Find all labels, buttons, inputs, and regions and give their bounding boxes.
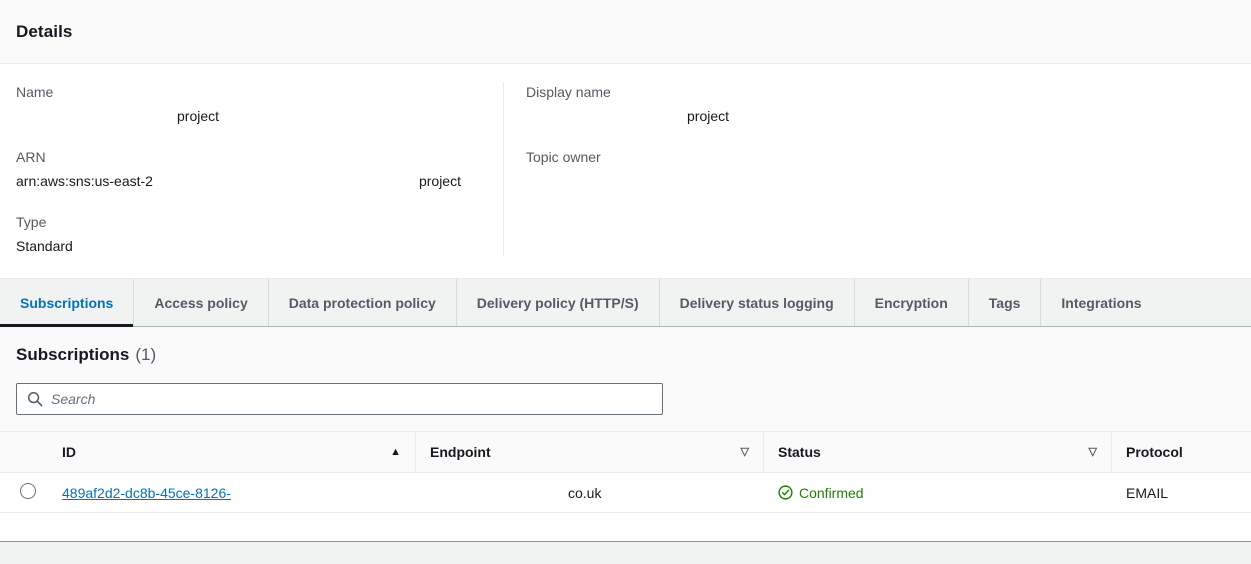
column-select-all [0,431,48,473]
tab-encryption-label: Encryption [874,294,948,311]
details-panel-header: Details [0,0,1251,64]
row-endpoint-cell: co.uk [416,472,764,513]
column-status-label: Status [778,444,821,460]
tab-delivery-status-logging[interactable]: Delivery status logging [660,279,855,326]
details-panel: Details Name project ARN arn:aws:sns:us-… [0,0,1251,279]
table-row[interactable]: 489af2d2-dc8b-45ce-8126- co.uk Confirmed… [0,472,1251,513]
subscriptions-table-head: ID ▲ Endpoint ▽ Status ▽ Protocol [0,431,1251,473]
search-icon [27,391,43,407]
field-arn-label: ARN [16,149,46,165]
field-arn: ARN arn:aws:sns:us-east-2 project [16,147,487,191]
search-row [16,383,1235,415]
tab-subscriptions-label: Subscriptions [20,294,114,311]
field-name: Name project [16,82,487,126]
tab-delivery-policy-label: Delivery policy (HTTP/S) [476,294,639,311]
field-display-name-label: Display name [526,84,611,100]
tab-encryption[interactable]: Encryption [855,279,969,326]
column-protocol-label: Protocol [1126,444,1183,460]
tab-integrations-label: Integrations [1061,294,1142,311]
field-type: Type Standard [16,212,487,256]
row-id-cell: 489af2d2-dc8b-45ce-8126- [48,472,416,513]
subscription-protocol: EMAIL [1126,484,1169,501]
tab-access-policy-label: Access policy [154,294,248,311]
subscriptions-title: Subscriptions [16,345,130,364]
column-id[interactable]: ID ▲ [48,431,416,473]
check-circle-icon [778,485,793,500]
field-topic-owner-label: Topic owner [526,149,601,165]
column-id-label: ID [62,444,76,460]
footer-strip [0,541,1251,564]
details-column-right: Display name project Topic owner [503,82,1251,256]
tab-data-protection-policy[interactable]: Data protection policy [269,279,457,326]
field-arn-value-suffix: project [418,173,461,189]
tab-tags-label: Tags [988,294,1021,311]
tab-delivery-status-logging-label: Delivery status logging [679,294,834,311]
field-topic-owner: Topic owner [526,147,1235,167]
tab-subscriptions[interactable]: Subscriptions [0,279,135,327]
field-name-value: project [177,108,220,124]
topic-tabs: Subscriptions Access policy Data protect… [0,279,1251,327]
subscriptions-toolbar: Subscriptions (1) [0,327,1251,431]
column-protocol[interactable]: Protocol [1112,431,1251,473]
row-select-cell [0,472,48,513]
sns-topic-detail-page: Details Name project ARN arn:aws:sns:us-… [0,0,1251,564]
subscriptions-table: ID ▲ Endpoint ▽ Status ▽ Protocol 489af2… [0,431,1251,513]
subscriptions-title-row: Subscriptions (1) [16,341,1235,369]
sort-none-icon-status[interactable]: ▽ [1089,446,1097,458]
search-box[interactable] [16,383,663,415]
sort-none-icon-endpoint[interactable]: ▽ [741,446,749,458]
tab-list: Subscriptions Access policy Data protect… [0,279,1251,327]
status-label: Confirmed [799,484,864,501]
field-arn-value: arn:aws:sns:us-east-2 project [16,171,487,191]
field-arn-value-prefix: arn:aws:sns:us-east-2 [16,173,153,189]
status-badge: Confirmed [778,485,1098,501]
field-type-label: Type [16,214,47,230]
subscriptions-count: (1) [135,345,157,364]
field-type-value: Standard [16,238,73,254]
subscription-id-link[interactable]: 489af2d2-dc8b-45ce-8126- [62,485,231,501]
field-display-name: Display name project [526,82,1235,126]
search-input[interactable] [51,391,652,407]
tab-access-policy[interactable]: Access policy [134,279,269,326]
details-column-left: Name project ARN arn:aws:sns:us-east-2 p… [0,82,503,256]
column-status[interactable]: Status ▽ [764,431,1112,473]
subscriptions-table-body: 489af2d2-dc8b-45ce-8126- co.uk Confirmed… [0,472,1251,513]
row-protocol-cell: EMAIL [1112,472,1251,513]
field-name-label: Name [16,84,54,100]
tab-data-protection-policy-label: Data protection policy [288,294,436,311]
page-title: Details [16,21,73,41]
column-endpoint-label: Endpoint [430,444,491,460]
details-panel-body: Name project ARN arn:aws:sns:us-east-2 p… [0,64,1251,278]
sort-ascending-icon[interactable]: ▲ [390,446,401,458]
tab-tags[interactable]: Tags [969,279,1042,326]
column-endpoint[interactable]: Endpoint ▽ [416,431,764,473]
row-status-cell: Confirmed [764,472,1112,513]
tab-integrations[interactable]: Integrations [1041,279,1161,326]
subscription-endpoint: co.uk [568,484,602,501]
subscriptions-section: Subscriptions (1) Edit Delete [0,327,1251,513]
field-display-name-value: project [687,108,730,124]
table-header-row: ID ▲ Endpoint ▽ Status ▽ Protocol [0,431,1251,473]
row-radio-button[interactable] [20,483,36,499]
tab-delivery-policy[interactable]: Delivery policy (HTTP/S) [457,279,660,326]
